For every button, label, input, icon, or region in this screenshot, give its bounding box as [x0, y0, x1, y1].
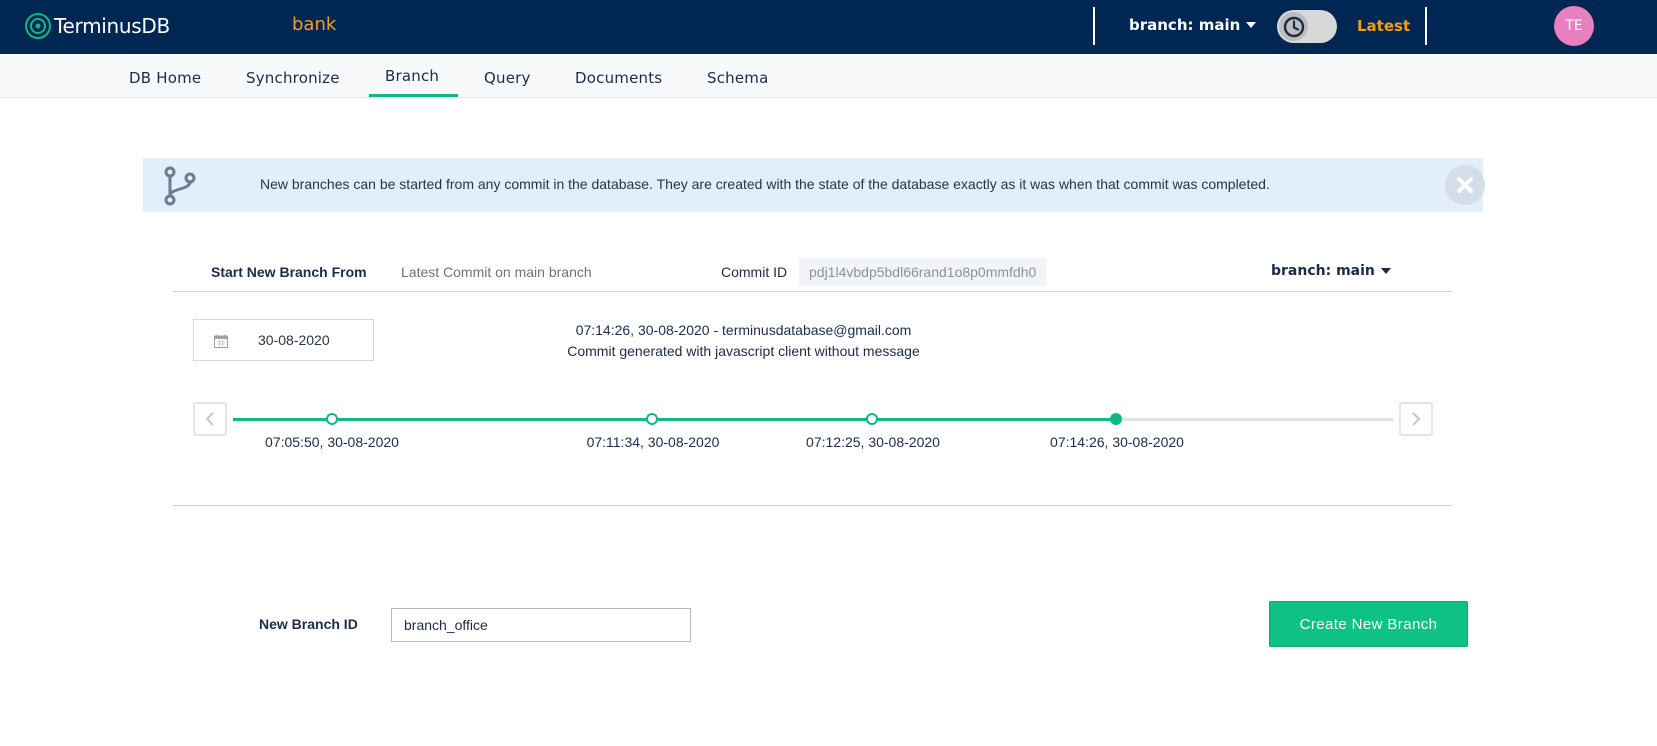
start-branch-label: Start New Branch From: [211, 264, 367, 280]
git-branch-icon: [164, 166, 196, 206]
timeline-next-button[interactable]: [1399, 402, 1433, 436]
branch-selector-label: branch: main: [1129, 16, 1241, 34]
divider: [173, 291, 1453, 292]
create-new-branch-button[interactable]: Create New Branch: [1269, 601, 1468, 647]
close-icon[interactable]: [1445, 165, 1485, 205]
logo-text: TerminusDB: [54, 14, 170, 38]
commit-info-header: 07:14:26, 30-08-2020 - terminusdatabase@…: [575, 322, 912, 338]
tab-synchronize[interactable]: Synchronize: [246, 69, 340, 87]
chevron-left-icon: [205, 412, 214, 426]
header-divider: [1093, 7, 1095, 45]
time-travel-toggle[interactable]: [1277, 10, 1337, 43]
timeline-track: [1116, 418, 1393, 421]
tab-documents[interactable]: Documents: [575, 69, 662, 87]
chevron-right-icon: [1412, 412, 1421, 426]
source-branch-label: branch: main: [1271, 263, 1375, 279]
top-bar: TerminusDB bank branch: main Latest TE: [0, 0, 1657, 54]
timeline-commit-label: 07:11:34, 30-08-2020: [586, 434, 720, 450]
commit-info-message: Commit generated with javascript client …: [567, 343, 920, 359]
user-avatar[interactable]: TE: [1554, 6, 1594, 46]
calendar-icon: [214, 334, 228, 348]
new-branch-id-label: New Branch ID: [259, 616, 358, 632]
tab-db-home[interactable]: DB Home: [129, 69, 201, 87]
terminusdb-logo-icon: [24, 12, 52, 40]
date-picker[interactable]: 30-08-2020: [193, 319, 374, 361]
commit-id-value: pdj1l4vbdp5bdl66rand1o8p0mmfdh0: [799, 258, 1047, 286]
clock-icon: [1283, 16, 1305, 38]
timeline-commit-label: 07:14:26, 30-08-2020: [1050, 434, 1184, 450]
tab-query[interactable]: Query: [484, 69, 531, 87]
db-nav-bar: DB Home Synchronize Branch Query Documen…: [0, 54, 1657, 98]
branch-selector[interactable]: branch: main: [1129, 16, 1257, 34]
timeline-commit-dot[interactable]: [326, 413, 338, 425]
timeline-commit-label: 07:12:25, 30-08-2020: [806, 434, 940, 450]
active-tab-indicator: [369, 94, 458, 97]
divider: [173, 505, 1453, 506]
new-branch-id-input[interactable]: [391, 608, 691, 642]
banner-text: New branches can be started from any com…: [260, 176, 1270, 192]
caret-down-icon: [1246, 22, 1257, 28]
commit-id-label: Commit ID: [721, 264, 788, 280]
start-branch-value: Latest Commit on main branch: [401, 264, 592, 280]
timeline-commit-dot[interactable]: [866, 413, 878, 425]
database-name[interactable]: bank: [292, 14, 336, 35]
latest-label[interactable]: Latest: [1357, 17, 1410, 35]
timeline-commit-label: 07:05:50, 30-08-2020: [265, 434, 399, 450]
timeline-prev-button[interactable]: [193, 402, 227, 436]
timeline-commit-dot-active[interactable]: [1110, 413, 1122, 425]
logo[interactable]: TerminusDB: [24, 11, 170, 41]
timeline-commit-dot[interactable]: [646, 413, 658, 425]
date-value: 30-08-2020: [258, 332, 330, 348]
timeline-progress: [233, 418, 1116, 421]
tab-branch[interactable]: Branch: [385, 67, 439, 85]
info-banner: New branches can be started from any com…: [143, 158, 1485, 212]
tab-schema[interactable]: Schema: [707, 69, 769, 87]
header-divider: [1425, 7, 1427, 45]
source-branch-selector[interactable]: branch: main: [1271, 263, 1391, 279]
caret-down-icon: [1380, 268, 1391, 274]
